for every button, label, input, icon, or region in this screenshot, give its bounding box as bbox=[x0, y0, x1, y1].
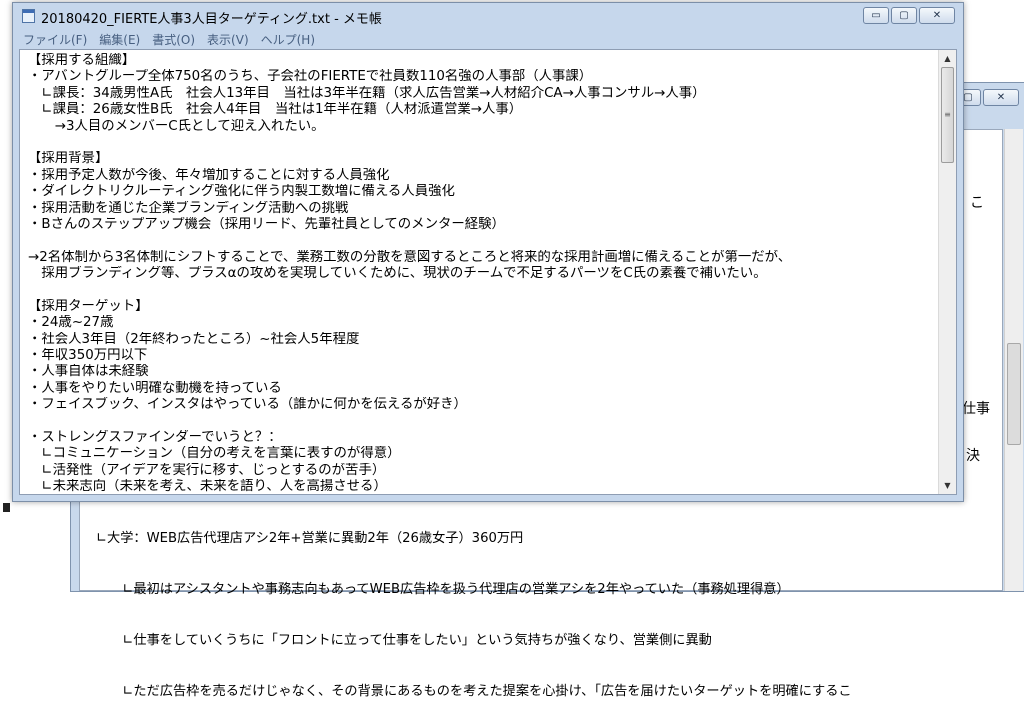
window-title: 20180420_FIERTE人事3人目ターゲティング.txt - メモ帳 bbox=[41, 12, 382, 27]
menu-file[interactable]: ファイル(F) bbox=[23, 31, 87, 48]
notepad-window[interactable]: 20180420_FIERTE人事3人目ターゲティング.txt - メモ帳 ▭ … bbox=[12, 2, 964, 502]
background-line: ∟ただ広告枠を売るだけじゃなく、その背景にあるものを考えた提案を心掛け、「広告を… bbox=[96, 684, 852, 699]
scroll-up-arrow-icon[interactable]: ▲ bbox=[939, 50, 956, 67]
background-close-button[interactable]: ✕ bbox=[983, 89, 1019, 106]
document-line: ・人事自体は未経験 bbox=[28, 364, 149, 380]
document-line: ・ダイレクトリクルーティング強化に伴う内製工数増に備える人員強化 bbox=[28, 184, 455, 200]
document-line: ∟コミュニケーション（自分の考えを言葉に表すのが得意） bbox=[28, 446, 401, 462]
document-line: ∟課員：26歳女性B氏 社会人4年目 当社は1年半在籍（人材派遣営業→人事） bbox=[28, 102, 523, 118]
scroll-thumb[interactable]: ≡ bbox=[941, 67, 954, 163]
background-text-lines: ∟大学：WEB広告代理店アシ2年+営業に異動2年（26歳女子）360万円 ∟最初… bbox=[78, 496, 978, 717]
document-line: ・人事をやりたい明確な動機を持っている bbox=[28, 380, 282, 396]
document-line: ・社会人3年目（2年終わったところ）~社会人5年程度 bbox=[28, 331, 360, 347]
background-text-fragment: 仕事 bbox=[962, 401, 990, 417]
document-line: ・採用活動を通じた企業ブランディング活動への挑戦 bbox=[28, 200, 349, 216]
maximize-button[interactable]: ▢ bbox=[891, 7, 917, 24]
document-text[interactable]: 【採用する組織】 ・アバントグループ全体750名のうち、子会社のFIERTEで社員… bbox=[28, 53, 932, 494]
document-line: ・採用予定人数が今後、年々増加することに対する人員強化 bbox=[28, 167, 390, 183]
title-bar[interactable]: 20180420_FIERTE人事3人目ターゲティング.txt - メモ帳 ▭ … bbox=[13, 3, 963, 29]
document-line: ・フェイスブック、インスタはやっている（誰かに何かを伝えるが好き） bbox=[28, 397, 467, 413]
menu-edit[interactable]: 編集(E) bbox=[99, 31, 140, 48]
document-line: ・24歳~27歳 bbox=[28, 315, 114, 331]
close-button[interactable]: ✕ bbox=[919, 7, 955, 24]
document-line: ∟課長：34歳男性A氏 社会人13年目 当社は3年半在籍（求人広告営業→人材紹介… bbox=[28, 85, 706, 101]
document-line: 採用ブランディング等、プラスαの攻めを実現していくために、現状のチームで不足する… bbox=[28, 266, 767, 282]
grip-icon: ≡ bbox=[944, 110, 951, 119]
vertical-scrollbar[interactable]: ▲ ≡ ▼ bbox=[938, 50, 956, 494]
background-line: ∟最初はアシスタントや事務志向もあってWEB広告枠を扱う代理店の営業アシを2年や… bbox=[96, 582, 790, 597]
background-text-fragment: 決 bbox=[966, 448, 980, 464]
document-line: ∟未来志向（未来を考え、未来を語り、人を高揚させる） bbox=[28, 479, 387, 494]
document-line: ・年収350万円以下 bbox=[28, 348, 148, 364]
scroll-down-arrow-icon[interactable]: ▼ bbox=[939, 477, 956, 494]
background-text-fragment: こ bbox=[970, 195, 984, 211]
document-line: ∟活発性（アイデアを実行に移す、じっとするのが苦手） bbox=[28, 462, 386, 478]
notepad-icon bbox=[22, 9, 35, 23]
document-line: ・Bさんのステップアップ機会（採用リード、先輩社員としてのメンター経験） bbox=[28, 216, 505, 232]
background-caption-buttons: ▢ ✕ bbox=[955, 89, 1019, 106]
document-line: ・アバントグループ全体750名のうち、子会社のFIERTEで社員数110名強の人… bbox=[28, 69, 593, 85]
menu-help[interactable]: ヘルプ(H) bbox=[261, 31, 315, 48]
background-marker bbox=[3, 503, 10, 512]
document-line: ・ストレングスファインダーでいうと？： bbox=[28, 429, 282, 445]
document-line: 【採用する組織】 bbox=[28, 53, 136, 68]
background-scroll-thumb[interactable] bbox=[1007, 343, 1021, 445]
document-line: →3人目のメンバーC氏として迎え入れたい。 bbox=[28, 118, 325, 134]
document-line: →2名体制から3名体制にシフトすることで、業務工数の分散を意図するところと将来的… bbox=[28, 249, 792, 265]
menu-format[interactable]: 書式(O) bbox=[152, 31, 195, 48]
document-line: 【採用背景】 bbox=[28, 151, 109, 167]
background-line: ∟大学：WEB広告代理店アシ2年+営業に異動2年（26歳女子）360万円 bbox=[96, 531, 524, 546]
menu-view[interactable]: 表示(V) bbox=[207, 31, 249, 48]
menu-bar: ファイル(F) 編集(E) 書式(O) 表示(V) ヘルプ(H) bbox=[13, 29, 963, 49]
background-scrollbar[interactable] bbox=[1004, 129, 1023, 591]
background-line: ∟仕事をしていくうちに「フロントに立って仕事をしたい」という気持ちが強くなり、営… bbox=[96, 633, 712, 648]
minimize-button[interactable]: ▭ bbox=[863, 7, 889, 24]
text-editor[interactable]: 【採用する組織】 ・アバントグループ全体750名のうち、子会社のFIERTEで社員… bbox=[19, 49, 957, 495]
document-line: 【採用ターゲット】 bbox=[28, 298, 149, 314]
caption-buttons: ▭ ▢ ✕ bbox=[863, 7, 955, 24]
